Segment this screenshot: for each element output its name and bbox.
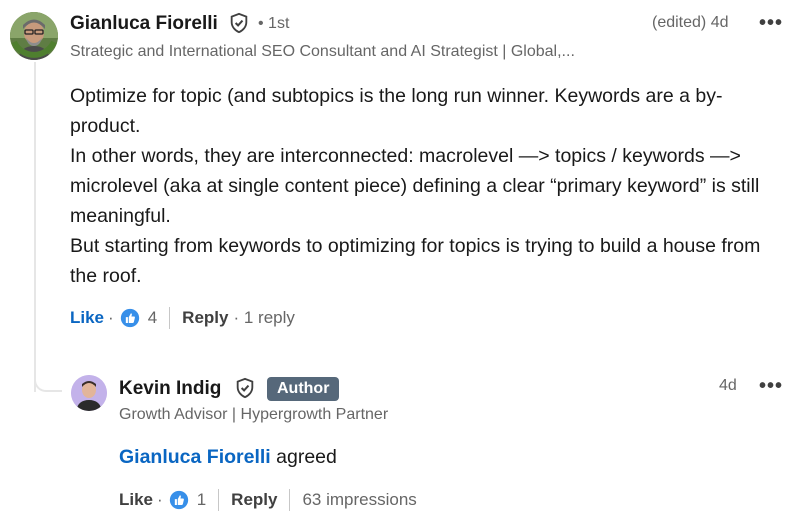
comment-paragraph: But starting from keywords to optimizing… bbox=[70, 235, 761, 287]
more-options-icon[interactable]: ••• bbox=[759, 13, 783, 33]
reply-more-options-icon[interactable]: ••• bbox=[759, 376, 783, 396]
reply-reply-button[interactable]: Reply bbox=[231, 490, 277, 510]
divider bbox=[169, 307, 171, 329]
thread-connector bbox=[34, 370, 62, 392]
reply-text: agreed bbox=[270, 446, 337, 468]
comment-actions: Like · 4 Reply · 1 reply bbox=[70, 307, 295, 329]
divider bbox=[218, 489, 220, 511]
thread-line bbox=[34, 62, 36, 392]
like-reaction-icon[interactable] bbox=[169, 490, 189, 510]
comment-timestamp: (edited) 4d bbox=[652, 14, 729, 31]
impressions-count[interactable]: 63 impressions bbox=[302, 490, 416, 510]
reply-author-headline: Growth Advisor | Hypergrowth Partner bbox=[119, 406, 389, 423]
avatar[interactable] bbox=[10, 12, 58, 60]
reaction-count[interactable]: 4 bbox=[148, 308, 157, 328]
reply-timestamp: 4d bbox=[719, 377, 737, 394]
mention-link[interactable]: Gianluca Fiorelli bbox=[119, 446, 271, 468]
author-badge: Author bbox=[267, 377, 340, 401]
avatar-photo bbox=[10, 12, 58, 60]
reply-like-button[interactable]: Like bbox=[119, 490, 153, 510]
like-reaction-icon[interactable] bbox=[120, 308, 140, 328]
separator-dot: · bbox=[108, 308, 114, 327]
reply-avatar[interactable] bbox=[71, 375, 107, 411]
reply-button[interactable]: Reply bbox=[182, 308, 228, 328]
reply-avatar-photo bbox=[71, 375, 107, 411]
connection-degree: • 1st bbox=[258, 15, 290, 32]
reply-author-name[interactable]: Kevin Indig bbox=[119, 378, 221, 400]
comment-paragraph: Optimize for topic (and subtopics is the… bbox=[70, 85, 723, 137]
separator-dot: · bbox=[157, 490, 163, 509]
like-button[interactable]: Like bbox=[70, 308, 104, 328]
comment-paragraph: In other words, they are interconnected:… bbox=[70, 145, 760, 227]
reaction-count[interactable]: 1 bbox=[197, 490, 206, 510]
verified-shield-icon bbox=[230, 12, 248, 34]
comment-author-name[interactable]: Gianluca Fiorelli bbox=[70, 13, 218, 35]
reply-actions: Like · 1 Reply 63 impressions bbox=[119, 489, 417, 511]
comment-author-headline: Strategic and International SEO Consulta… bbox=[70, 43, 575, 60]
divider bbox=[289, 489, 291, 511]
verified-shield-icon bbox=[236, 377, 254, 399]
reply-body: Gianluca Fiorelli agreed bbox=[119, 446, 337, 469]
reply-count-link[interactable]: · 1 reply bbox=[233, 308, 294, 328]
comment-body: Optimize for topic (and subtopics is the… bbox=[70, 81, 790, 291]
